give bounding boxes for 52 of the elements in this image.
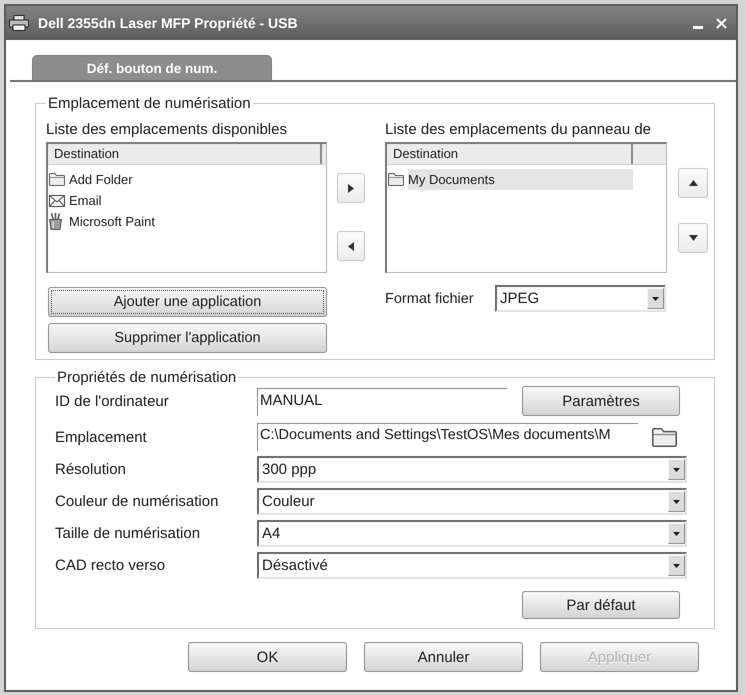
caret-icon[interactable] bbox=[668, 491, 685, 512]
dropdown[interactable]: 300 ppp bbox=[257, 456, 687, 483]
folder-icon[interactable] bbox=[652, 428, 677, 446]
down-triangle-icon bbox=[688, 235, 698, 241]
caret-icon[interactable] bbox=[647, 288, 664, 309]
settings-button[interactable]: Paramètres bbox=[522, 386, 680, 416]
close-icon[interactable] bbox=[716, 18, 727, 28]
caret-icon[interactable] bbox=[668, 523, 685, 544]
dialog-button[interactable]: OK bbox=[188, 642, 347, 672]
group-title: Propriétés de numérisation bbox=[56, 369, 238, 386]
folder-icon bbox=[388, 173, 404, 186]
caret-icon[interactable] bbox=[668, 459, 685, 480]
move-up-button[interactable] bbox=[678, 168, 708, 198]
column-header[interactable]: Destination bbox=[387, 144, 633, 164]
move-left-button[interactable] bbox=[337, 231, 365, 261]
list-item[interactable]: My Documents bbox=[408, 169, 633, 190]
printer-icon bbox=[9, 15, 29, 31]
caret-icon[interactable] bbox=[668, 555, 685, 576]
dropdown[interactable]: JPEG bbox=[495, 285, 666, 312]
action-button[interactable]: Ajouter une application bbox=[48, 287, 327, 317]
move-right-button[interactable] bbox=[337, 173, 365, 203]
column-header[interactable]: Destination bbox=[48, 144, 322, 164]
up-triangle-icon bbox=[688, 180, 698, 186]
folder-icon bbox=[49, 173, 65, 186]
field-label: CAD recto verso bbox=[55, 557, 166, 574]
group-title: Emplacement de numérisation bbox=[47, 95, 252, 112]
list-label: Liste des emplacements du panneau de bbox=[385, 121, 652, 139]
default-button[interactable]: Par défaut bbox=[522, 591, 680, 619]
window-title: Dell 2355dn Laser MFP Propriété - USB bbox=[38, 15, 299, 31]
list-label: Liste des emplacements disponibles bbox=[46, 121, 288, 139]
envelope-icon bbox=[49, 194, 65, 206]
list-item[interactable]: Add Folder bbox=[69, 169, 322, 190]
path-field[interactable]: C:\Documents and Settings\TestOS\Mes documents\M bbox=[257, 423, 638, 451]
text-field[interactable]: MANUAL bbox=[257, 388, 507, 416]
field-label: Format fichier bbox=[385, 290, 475, 306]
minimize-icon[interactable] bbox=[693, 26, 703, 28]
dialog-button[interactable]: Annuler bbox=[364, 642, 523, 672]
dropdown[interactable]: Désactivé bbox=[257, 552, 687, 579]
left-triangle-icon bbox=[348, 242, 354, 250]
move-down-button[interactable] bbox=[678, 223, 708, 253]
right-triangle-icon bbox=[348, 184, 354, 192]
field-label: ID de l'ordinateur bbox=[55, 392, 170, 410]
field-label: Résolution bbox=[55, 461, 127, 478]
list-item[interactable]: Email bbox=[69, 190, 322, 211]
dropdown[interactable]: A4 bbox=[257, 520, 687, 547]
action-button[interactable]: Supprimer l'application bbox=[48, 323, 327, 353]
field-label: Couleur de numérisation bbox=[55, 493, 220, 510]
field-label: Emplacement bbox=[55, 428, 148, 446]
dropdown[interactable]: Couleur bbox=[257, 488, 687, 515]
field-label: Taille de numérisation bbox=[55, 525, 202, 542]
paint-brushes-icon bbox=[49, 213, 62, 230]
list-item[interactable]: Microsoft Paint bbox=[69, 211, 322, 232]
